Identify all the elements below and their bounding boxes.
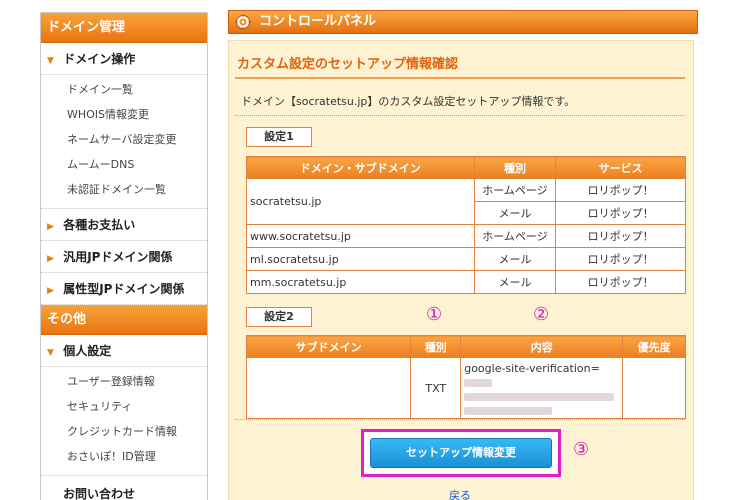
setting2-label: 設定2 (246, 307, 312, 327)
column-header: ドメイン・サブドメイン (246, 156, 475, 179)
sidebar-sublist-domain: ドメイン一覧 WHOIS情報変更 ネームサーバ設定変更 ムームーDNS 未認証ド… (41, 75, 207, 209)
table-row: www.socratetsu.jp ホームページ ロリポップ！ (246, 224, 686, 248)
divider (235, 419, 685, 420)
sidebar-item-unverified[interactable]: 未認証ドメイン一覧 (41, 177, 207, 202)
domain-cell: socratetsu.jp (246, 178, 475, 225)
service-cell: ロリポップ！ (555, 178, 686, 202)
column-header: サービス (555, 156, 686, 179)
sidebar-item-contact[interactable]: お問い合わせ (41, 476, 207, 500)
setting2-table: サブドメイン 種別 内容 優先度 TXT google-site-verific… (245, 335, 686, 419)
domain-cell: mm.socratetsu.jp (246, 270, 475, 294)
table-row: mm.socratetsu.jp メール ロリポップ！ (246, 270, 686, 294)
sidebar-group-payments[interactable]: ▶ 各種お支払い (41, 209, 207, 241)
type-cell: メール (473, 270, 557, 294)
back-link[interactable]: 戻る (449, 487, 471, 500)
sidebar-group-personal[interactable]: ▼ 個人設定 (41, 335, 207, 367)
column-header: サブドメイン (245, 335, 412, 358)
domain-cell: www.socratetsu.jp (246, 224, 475, 248)
triangle-down-icon: ▼ (47, 348, 54, 358)
column-header: 優先度 (622, 335, 686, 358)
marker-2: ② (533, 304, 550, 325)
redacted-text (464, 379, 493, 387)
subdomain-cell (245, 357, 412, 419)
column-header: 種別 (473, 156, 557, 179)
sidebar-group-attr-jp[interactable]: ▶ 属性型JPドメイン関係 (41, 273, 207, 305)
divider (235, 115, 685, 116)
sidebar-item-domain-list[interactable]: ドメイン一覧 (41, 77, 207, 102)
sidebar-header-domain: ドメイン管理 (41, 13, 207, 43)
main-content: カスタム設定のセットアップ情報確認 ドメイン【socratetsu.jp】のカス… (228, 40, 694, 500)
setting1-table: ドメイン・サブドメイン 種別 サービス socratetsu.jp ホームページ… (246, 156, 686, 294)
verification-text: google-site-verification= (464, 362, 600, 375)
button-highlight: セットアップ情報変更 (361, 429, 561, 477)
service-cell: ロリポップ！ (555, 270, 686, 294)
table-row: ml.socratetsu.jp メール ロリポップ！ (246, 247, 686, 271)
sidebar-sublist-personal: ユーザー登録情報 セキュリティ クレジットカード情報 おさいぽ！ID管理 (41, 367, 207, 476)
triangle-right-icon: ▶ (47, 286, 54, 296)
control-panel-title-bar: コントロールパネル (228, 10, 698, 34)
column-header: 種別 (410, 335, 462, 358)
panel-title-text: コントロールパネル (259, 14, 377, 29)
redacted-text (464, 393, 615, 401)
sidebar-group-label: 汎用JPドメイン関係 (63, 250, 173, 264)
content-cell: google-site-verification= (460, 357, 624, 419)
setup-change-button[interactable]: セットアップ情報変更 (370, 438, 552, 468)
sidebar-group-label: 属性型JPドメイン関係 (63, 282, 185, 296)
type-cell: メール (473, 201, 557, 225)
setting1-label: 設定1 (246, 127, 312, 147)
table-row: TXT google-site-verification= (245, 357, 686, 419)
priority-cell (622, 357, 686, 419)
type-cell: メール (473, 247, 557, 271)
service-cell: ロリポップ！ (555, 224, 686, 248)
marker-3: ③ (573, 439, 590, 460)
page-title: カスタム設定のセットアップ情報確認 (237, 57, 459, 72)
type-cell: ホームページ (473, 224, 557, 248)
sidebar-group-label: 個人設定 (63, 344, 112, 358)
service-cell: ロリポップ！ (555, 247, 686, 271)
triangle-right-icon: ▶ (47, 222, 54, 232)
sidebar-item-nameserver[interactable]: ネームサーバ設定変更 (41, 127, 207, 152)
sidebar-group-general-jp[interactable]: ▶ 汎用JPドメイン関係 (41, 241, 207, 273)
sidebar: ドメイン管理 ▼ ドメイン操作 ドメイン一覧 WHOIS情報変更 ネームサーバ設… (40, 12, 208, 500)
title-divider (235, 77, 685, 79)
triangle-right-icon: ▶ (47, 254, 54, 264)
type-cell: ホームページ (473, 178, 557, 202)
column-header: 内容 (460, 335, 624, 358)
service-cell: ロリポップ！ (555, 201, 686, 225)
sidebar-item-muumuu-dns[interactable]: ムームーDNS (41, 152, 207, 177)
gear-icon (235, 14, 251, 30)
sidebar-item-whois[interactable]: WHOIS情報変更 (41, 102, 207, 127)
domain-cell: ml.socratetsu.jp (246, 247, 475, 271)
table-header-row: ドメイン・サブドメイン 種別 サービス (246, 156, 686, 179)
triangle-down-icon: ▼ (47, 56, 54, 66)
sidebar-item-user-info[interactable]: ユーザー登録情報 (41, 369, 207, 394)
sidebar-group-label: ドメイン操作 (63, 52, 136, 66)
sidebar-group-label: 各種お支払い (63, 218, 136, 232)
type-cell: TXT (410, 357, 462, 419)
table-header-row: サブドメイン 種別 内容 優先度 (245, 335, 686, 358)
intro-text: ドメイン【socratetsu.jp】のカスタム設定セットアップ情報です。 (241, 95, 576, 108)
sidebar-header-other: その他 (41, 305, 207, 335)
table-row: socratetsu.jp ホームページ ロリポップ！ (246, 178, 686, 225)
sidebar-item-security[interactable]: セキュリティ (41, 394, 207, 419)
sidebar-group-domain-ops[interactable]: ▼ ドメイン操作 (41, 43, 207, 75)
marker-1: ① (426, 304, 443, 325)
sidebar-item-osaipo-id[interactable]: おさいぽ！ID管理 (41, 444, 207, 469)
redacted-text (464, 407, 553, 415)
sidebar-item-credit-card[interactable]: クレジットカード情報 (41, 419, 207, 444)
